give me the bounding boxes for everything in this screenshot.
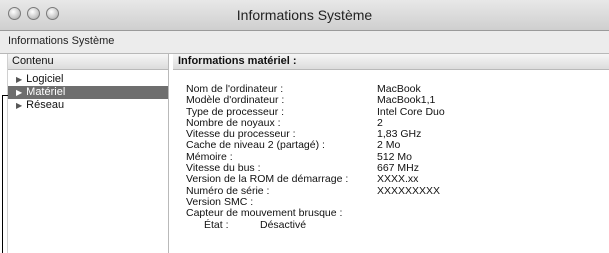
info-value: Intel Core Duo xyxy=(377,105,445,118)
sidebar-item-logiciel[interactable]: ▶ Logiciel xyxy=(8,73,168,86)
info-row: Capteur de mouvement brusque : xyxy=(186,207,606,220)
sidebar-item-materiel[interactable]: ▶ Matériel xyxy=(8,86,168,99)
info-value: XXXX.xx xyxy=(377,173,419,186)
info-value: XXXXXXXXX xyxy=(377,184,441,197)
info-subrow: État : Désactivé xyxy=(186,218,606,231)
sidebar-item-label: Logiciel xyxy=(26,73,64,85)
sidebar: Contenu ▶ Logiciel ▶ Matériel ▶ Réseau xyxy=(7,54,169,253)
sidebar-item-reseau[interactable]: ▶ Réseau xyxy=(8,99,168,112)
info-value: MacBook1,1 xyxy=(377,94,436,107)
triangle-right-icon[interactable]: ▶ xyxy=(16,88,22,97)
toolbar: Informations Système xyxy=(0,31,609,54)
info-row: Modèle d'ordinateur : MacBook1,1 xyxy=(186,94,606,107)
info-row: Version de la ROM de démarrage : XXXX.xx xyxy=(186,173,606,186)
breadcrumb: Informations Système xyxy=(8,35,115,47)
info-key: Modèle d'ordinateur : xyxy=(186,94,285,107)
info-key: Capteur de mouvement brusque : xyxy=(186,207,343,220)
content-header: Informations matériel : xyxy=(173,54,609,70)
info-key: Version de la ROM de démarrage : xyxy=(186,173,349,186)
info-key: État : xyxy=(204,218,229,231)
triangle-right-icon[interactable]: ▶ xyxy=(16,101,22,110)
callout-line xyxy=(0,95,8,253)
callout-line-vertical xyxy=(2,95,3,253)
hardware-info-list: Nom de l'ordinateur : MacBook Modèle d'or… xyxy=(186,83,606,231)
sidebar-item-label: Réseau xyxy=(26,99,65,111)
window-title: Informations Système xyxy=(236,7,373,23)
content-pane: Informations matériel : Nom de l'ordinat… xyxy=(173,54,609,253)
triangle-right-icon[interactable]: ▶ xyxy=(16,75,22,84)
system-info-window: Informations Système Informations Systèm… xyxy=(0,0,609,253)
sidebar-item-label: Matériel xyxy=(26,86,66,98)
info-value: Désactivé xyxy=(260,218,307,231)
sidebar-header: Contenu xyxy=(8,54,168,70)
title-bar: Informations Système xyxy=(0,0,609,31)
